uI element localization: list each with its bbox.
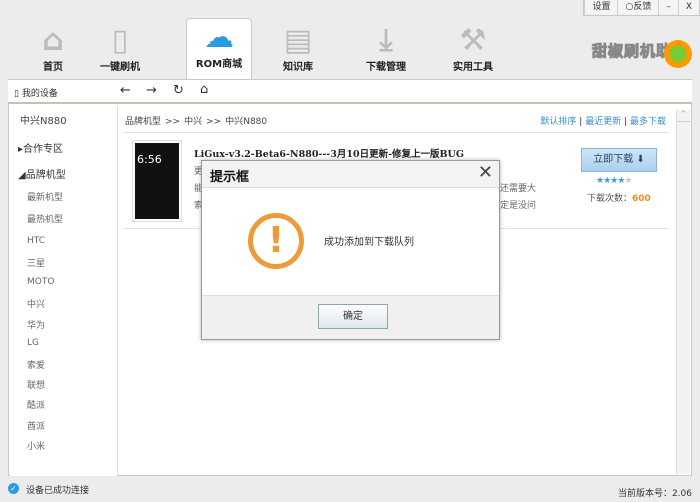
sidebar-item[interactable]: LG: [27, 338, 39, 348]
sidebar-item[interactable]: 小米: [27, 439, 45, 452]
back-icon[interactable]: ←: [120, 83, 131, 98]
current-device: 中兴N880: [20, 116, 67, 127]
my-device-button[interactable]: ▯ 我的设备: [14, 86, 58, 99]
sort-most-downloads[interactable]: 最多下载: [630, 117, 666, 127]
status-bar: ✓ 设备已成功连接 当前版本号：2.06: [0, 478, 700, 502]
nav-tab-5[interactable]: ⚒ 实用工具: [440, 22, 506, 78]
desc-line: 定是没问: [500, 201, 537, 211]
brand-section[interactable]: ◢品牌机型: [18, 166, 66, 181]
download-arrow-icon: ⬇: [636, 154, 645, 165]
sort-default[interactable]: 默认排序: [540, 117, 576, 127]
star-icon: ★: [624, 176, 632, 186]
nav-tab-2[interactable]: ☁ ROM商城: [186, 18, 252, 80]
sidebar-item[interactable]: 酋派: [27, 419, 45, 432]
dialog-title: 提示框: [210, 170, 250, 185]
divider: [123, 132, 669, 133]
rom-thumbnail[interactable]: 6:56: [132, 140, 182, 222]
cloud-download-icon: ☁: [204, 19, 234, 55]
scrollbar[interactable]: ^: [676, 110, 690, 474]
breadcrumb: 品牌机型 >> 中兴 >> 中兴N880: [125, 114, 271, 127]
download-icon: ⤓: [379, 22, 393, 58]
connection-status: 设备已成功连接: [26, 486, 90, 496]
rom-title[interactable]: LiGux-v3.2-Beta6-N880---3月10日更新-修复上一版BUG: [194, 146, 464, 160]
nav-tab-label: 下载管理: [366, 62, 406, 73]
breadcrumb-item[interactable]: 中兴N880: [225, 117, 267, 127]
flash-icon: ▯: [111, 22, 129, 58]
sidebar: 中兴N880 ▸合作专区 ◢品牌机型 最新机型最热机型 HTC 三星 MOTO 中兴华为…: [10, 106, 118, 476]
scroll-up-icon[interactable]: ^: [677, 110, 690, 122]
feedback-label: 反馈: [633, 2, 652, 12]
nav-tab-label: 知识库: [283, 62, 313, 73]
sidebar-item[interactable]: 中兴: [27, 297, 45, 310]
ok-button[interactable]: 确定: [318, 304, 388, 329]
tools-icon: ⚒: [459, 22, 487, 58]
phone-time: 6:56: [137, 153, 162, 166]
logo-pepper-icon: [664, 40, 692, 68]
breadcrumb-item: >>: [206, 117, 222, 127]
download-count: 下载次数：600: [587, 191, 651, 204]
nav-tab-label: ROM商城: [195, 59, 243, 70]
sidebar-item[interactable]: HTC: [27, 236, 45, 246]
settings-button[interactable]: 设置: [584, 0, 617, 15]
close-icon[interactable]: ✕: [478, 162, 493, 183]
my-device-label: 我的设备: [21, 89, 58, 99]
breadcrumb-item[interactable]: 品牌机型: [125, 117, 161, 127]
home-icon: ⌂: [42, 22, 64, 58]
close-window-button[interactable]: X: [677, 0, 699, 15]
sidebar-item[interactable]: MOTO: [27, 277, 54, 287]
sidebar-item[interactable]: 最热机型: [27, 212, 63, 225]
dialog-message: 成功添加到下载队列: [324, 237, 414, 248]
nav-tab-4[interactable]: ⤓ 下载管理: [353, 22, 419, 78]
forward-icon[interactable]: →: [146, 83, 157, 98]
home-small-icon[interactable]: ⌂: [200, 82, 208, 97]
dialog-header: 提示框 ✕: [202, 161, 499, 188]
refresh-icon[interactable]: ↻: [173, 83, 184, 98]
coop-label: 合作专区: [23, 144, 64, 155]
warning-icon: !: [248, 213, 304, 269]
sort-recent[interactable]: 最近更新: [585, 117, 621, 127]
toolbar: ▯ 我的设备 ← → ↻ ⌂: [8, 80, 692, 104]
rom-desc-right: 还需要大 定是没问: [500, 181, 536, 215]
desc-line: 还需要大: [500, 184, 537, 194]
version-label: 当前版本号：2.06: [617, 489, 692, 499]
nav-tab-label: 实用工具: [453, 62, 493, 73]
nav-tab-1[interactable]: ▯ 一键刷机: [87, 22, 153, 78]
nav-tab-label: 一键刷机: [100, 62, 140, 73]
sort-options: 默认排序 | 最近更新 | 最多下载: [540, 117, 666, 127]
sidebar-item[interactable]: 华为: [27, 318, 45, 331]
sidebar-item[interactable]: 最新机型: [27, 190, 63, 203]
download-label: 立即下载: [593, 154, 634, 165]
window-controls: 设置 ○反馈 – X: [583, 0, 700, 16]
check-icon: ✓: [8, 483, 19, 494]
rating-stars: ★★★★★: [596, 176, 632, 186]
dialog-footer: 确定: [202, 295, 499, 339]
alert-dialog: 提示框 ✕ ! 成功添加到下载队列 确定: [201, 160, 500, 340]
count-value: 600: [632, 194, 651, 204]
sidebar-item[interactable]: 酷派: [27, 398, 45, 411]
sidebar-item[interactable]: 三星: [27, 256, 45, 269]
nav-tab-3[interactable]: ▤ 知识库: [265, 22, 331, 78]
download-now-button[interactable]: 立即下载 ⬇: [581, 148, 657, 172]
phone-screenshot: 6:56: [135, 143, 179, 219]
breadcrumb-item: >>: [165, 117, 181, 127]
document-icon: ▤: [283, 22, 313, 58]
nav-tab-label: 首页: [43, 62, 63, 73]
minimize-button[interactable]: –: [658, 0, 678, 15]
coop-section[interactable]: ▸合作专区: [18, 140, 63, 155]
breadcrumb-item[interactable]: 中兴: [184, 117, 202, 127]
sidebar-item[interactable]: 索爱: [27, 358, 45, 371]
feedback-button[interactable]: ○反馈: [617, 0, 658, 15]
count-label: 下载次数：: [587, 194, 633, 204]
brand-label: 品牌机型: [25, 170, 66, 181]
sidebar-item[interactable]: 联想: [27, 378, 45, 391]
nav-tab-0[interactable]: ⌂ 首页: [20, 22, 86, 78]
